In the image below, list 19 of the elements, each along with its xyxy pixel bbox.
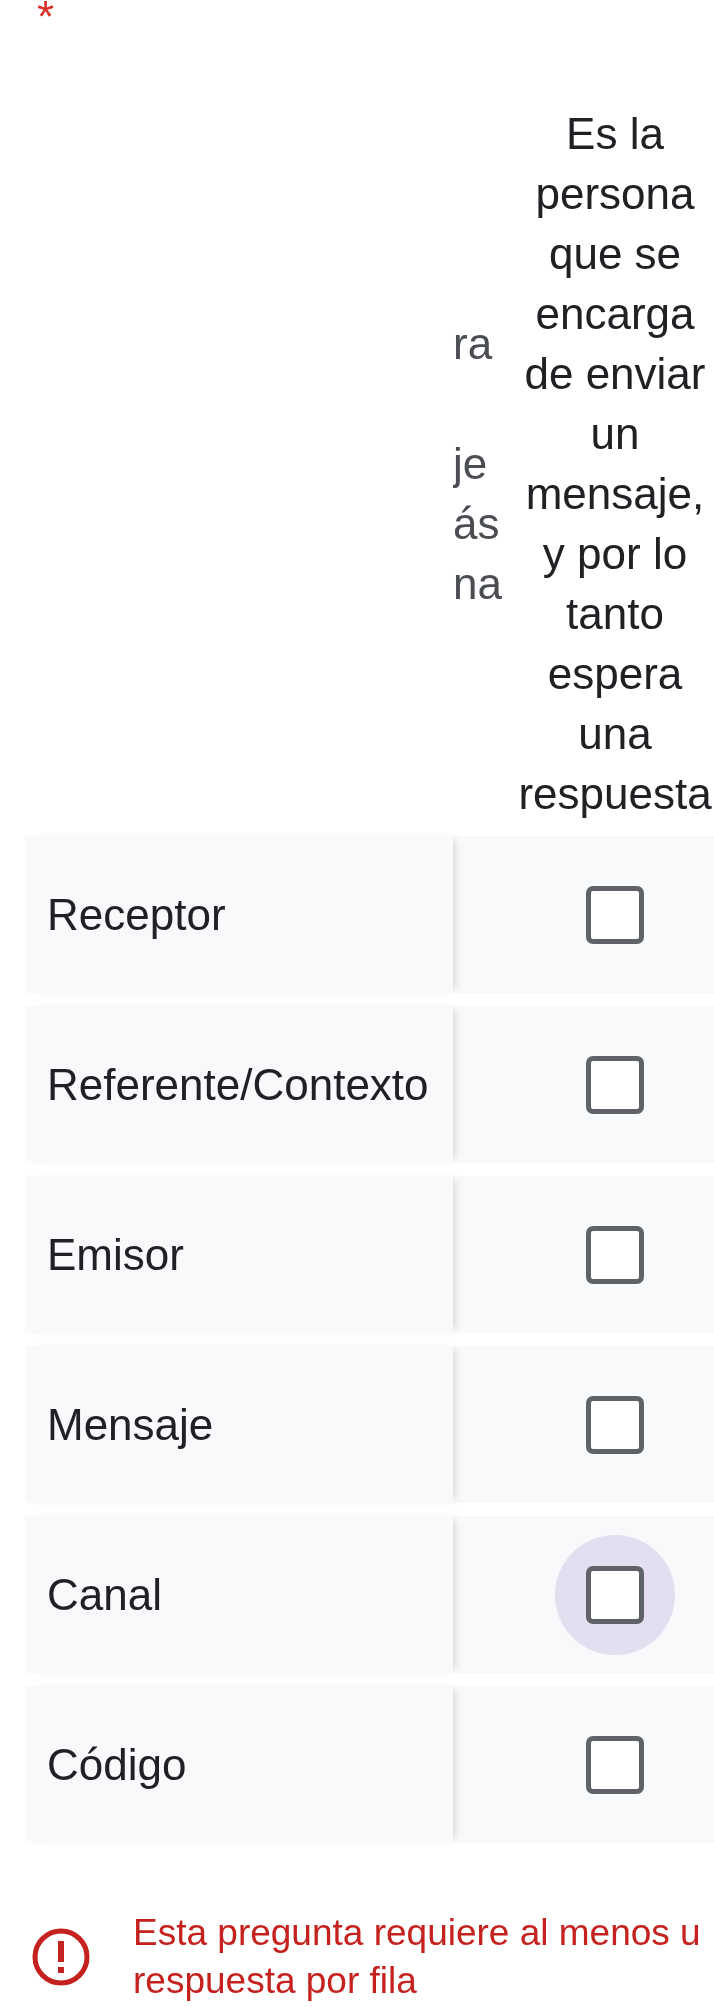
checkbox[interactable] xyxy=(586,1055,644,1114)
row-label: Canal xyxy=(47,1568,162,1621)
column-header: Es la persona que se encarga de enviar un mensaje, y por lo tanto espera una respuesta xyxy=(517,108,713,820)
error-icon xyxy=(32,1928,90,1986)
checkbox[interactable] xyxy=(586,1225,644,1284)
column-header-fragment: ra xyxy=(453,318,493,370)
row-label: Emisor xyxy=(47,1228,184,1281)
column-header-fragment: na xyxy=(453,558,502,610)
checkbox[interactable] xyxy=(586,1565,644,1624)
checkbox[interactable] xyxy=(586,885,644,944)
checkbox[interactable] xyxy=(586,1735,644,1794)
error-message: Esta pregunta requiere al menos u respuesta por fila xyxy=(133,1911,701,2003)
row-label: Receptor xyxy=(47,888,226,941)
row-label: Código xyxy=(47,1738,187,1791)
row-label: Referente/Contexto xyxy=(47,1058,429,1111)
checkbox[interactable] xyxy=(586,1395,644,1454)
required-asterisk: * xyxy=(37,0,55,34)
column-header-fragment: ás xyxy=(453,498,500,550)
row-label: Mensaje xyxy=(47,1398,214,1451)
